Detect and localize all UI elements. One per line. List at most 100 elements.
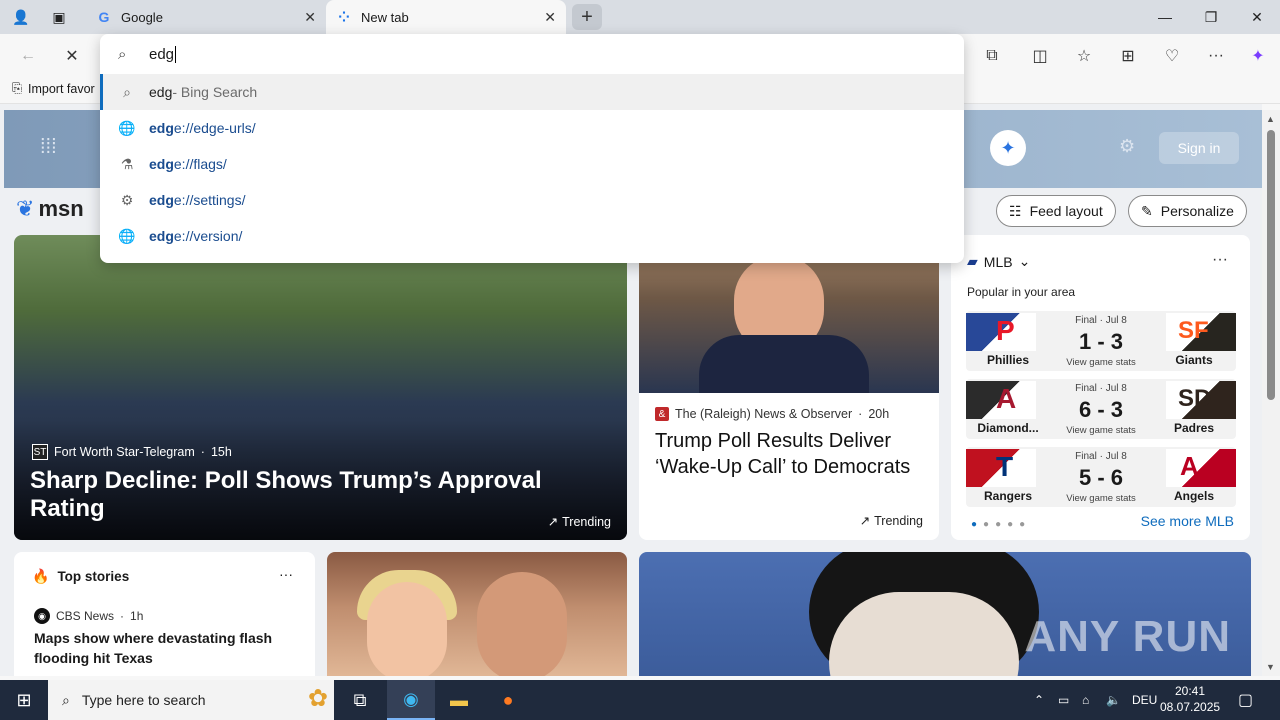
notifications-icon[interactable]: ▢ (1238, 680, 1253, 720)
see-more-mlb-link[interactable]: See more MLB (1141, 513, 1234, 529)
scroll-up-icon[interactable]: ▲ (1266, 114, 1275, 124)
chevron-down-icon: ⌄ (1018, 253, 1031, 269)
apps-icon[interactable]: ⁞⁞⁞ (40, 136, 57, 159)
gear-icon: ⚙ (120, 191, 134, 208)
view-game-stats-link[interactable]: View game stats (1051, 357, 1151, 368)
trending-label: Trending (562, 514, 611, 529)
address-bar-text: edg (149, 45, 175, 63)
clock[interactable]: 20:41 08.07.2025 (1160, 683, 1220, 715)
extensions-icon[interactable]: ⧉ (978, 42, 1006, 70)
task-view-icon[interactable]: ⧉ (336, 680, 384, 720)
separator: · (120, 609, 125, 623)
restore-button[interactable]: ❐ (1188, 0, 1234, 34)
team-logo-angels: A (1166, 449, 1236, 487)
scroll-down-icon[interactable]: ▼ (1266, 662, 1275, 672)
team-name: Angels (1173, 489, 1214, 503)
hero-headline[interactable]: Sharp Decline: Poll Shows Trump’s Approv… (30, 467, 620, 523)
file-explorer-icon[interactable]: ▬ (435, 680, 483, 720)
sign-in-button[interactable]: Sign in (1159, 132, 1239, 164)
back-icon[interactable]: ← (14, 42, 42, 70)
suggestion-edge-urls[interactable]: 🌐 edg e://edge-urls/ (100, 110, 964, 146)
import-icon: ⎘ (12, 81, 23, 95)
hero-news-card[interactable]: ST Fort Worth Star-Telegram · 15h Sharp … (14, 235, 627, 540)
clock-date: 08.07.2025 (1160, 700, 1221, 714)
source-logo-icon: ST (32, 444, 48, 460)
msn-logo[interactable]: ❦ msn (16, 196, 84, 222)
top-stories-title: Top stories (57, 569, 130, 584)
close-tab-icon[interactable]: ✕ (304, 9, 316, 26)
more-options-icon[interactable]: ··· (279, 566, 293, 582)
scroll-thumb[interactable] (1267, 130, 1275, 400)
profile-icon[interactable]: 👤 (6, 0, 36, 34)
watermark: ANY RUN (1024, 612, 1231, 661)
collections-icon[interactable]: ⊞ (1114, 42, 1142, 70)
suggestion-rest: e://settings/ (173, 192, 246, 208)
taskbar-search-box[interactable]: ⌕ Type here to search ✿ (48, 680, 334, 720)
close-tab-icon[interactable]: ✕ (544, 9, 556, 26)
team-logo-letter: SF (1178, 317, 1209, 344)
suggestion-bing-search[interactable]: ⌕ edg - Bing Search (100, 74, 964, 110)
split-screen-icon[interactable]: ◫ (1026, 42, 1054, 70)
tab-new-tab[interactable]: ⁘ New tab ✕ (326, 0, 566, 34)
news-photo-card[interactable] (327, 552, 627, 676)
top-stories-card: 🔥 Top stories ··· ◉ CBS News · 1h Maps s… (14, 552, 315, 676)
tab-title: New tab (361, 9, 409, 25)
team-logo-letter: A (1180, 451, 1199, 481)
tab-google[interactable]: G Google ✕ (86, 0, 326, 34)
minimize-button[interactable]: — (1142, 0, 1188, 34)
new-tab-button[interactable]: + (572, 4, 602, 30)
view-game-stats-link[interactable]: View game stats (1051, 493, 1151, 504)
browser-essentials-icon[interactable]: ♡ (1158, 42, 1186, 70)
top-stories-header[interactable]: 🔥 Top stories (32, 568, 129, 585)
language-indicator[interactable]: DEU (1132, 680, 1157, 720)
game-status: Final · Jul 8 (1075, 451, 1127, 462)
more-options-icon[interactable]: ··· (1202, 42, 1230, 70)
settings-icon[interactable]: ⚙ (1119, 136, 1135, 157)
separator: · (858, 407, 863, 421)
trending-icon: ↗ (547, 515, 559, 529)
photo-subject (367, 582, 447, 676)
suggestion-flags[interactable]: ⚗ edg e://flags/ (100, 146, 964, 182)
carousel-dots[interactable]: ●●●●● (971, 519, 1031, 530)
stop-loading-icon[interactable]: ✕ (58, 42, 86, 70)
suggestion-version[interactable]: 🌐 edg e://version/ (100, 218, 964, 254)
view-game-stats-link[interactable]: View game stats (1051, 425, 1151, 436)
team-name: Padres (1173, 421, 1215, 435)
photo-subject (477, 572, 567, 676)
firefox-icon[interactable]: ● (484, 680, 532, 720)
personalize-icon: ✎ (1141, 202, 1153, 219)
copilot-button[interactable]: ✦ (990, 130, 1026, 166)
copilot-icon[interactable]: ✦ (1244, 42, 1272, 70)
game-status: Final · Jul 8 (1075, 383, 1127, 394)
network-drive-icon[interactable]: ▭ (1058, 680, 1069, 720)
show-hidden-icons[interactable]: ⌃ (1034, 680, 1044, 720)
news-photo-card[interactable]: ANY RUN (639, 552, 1251, 676)
volume-icon[interactable]: 🔈 (1106, 680, 1121, 720)
news-headline[interactable]: Maps show where devastating flash floodi… (34, 628, 294, 668)
news-card[interactable]: & The (Raleigh) News & Observer · 20h Tr… (639, 235, 939, 540)
mlb-header[interactable]: ▰ MLB ⌄ (967, 253, 1030, 270)
start-button[interactable]: ⊞ (0, 680, 48, 720)
game-row[interactable]: T Rangers Final · Jul 8 5 - 6 View game … (966, 447, 1236, 507)
news-source: ◉ CBS News · 1h (34, 608, 143, 624)
page-scrollbar[interactable]: ▲ ▼ (1262, 110, 1280, 676)
game-row[interactable]: A Diamond... Final · Jul 8 6 - 3 View ga… (966, 379, 1236, 439)
game-row[interactable]: P Phillies Final · Jul 8 1 - 3 View game… (966, 311, 1236, 371)
msn-logo-text: msn (38, 196, 84, 221)
close-window-button[interactable]: ✕ (1234, 0, 1280, 34)
address-bar-input[interactable]: ⌕ edg (100, 34, 964, 74)
team-logo-letter: P (996, 315, 1015, 346)
favorites-icon[interactable]: ☆ (1070, 42, 1098, 70)
more-options-icon[interactable]: ··· (1212, 251, 1228, 269)
network-icon[interactable]: ⌂ (1082, 680, 1089, 720)
feed-layout-button[interactable]: ☷ Feed layout (996, 195, 1116, 227)
clock-time: 20:41 (1174, 684, 1206, 698)
import-favorites-button[interactable]: ⎘ Import favor (12, 81, 95, 96)
suggestion-settings[interactable]: ⚙ edg e://settings/ (100, 182, 964, 218)
suggestion-match: edg (149, 192, 174, 208)
personalize-button[interactable]: ✎ Personalize (1128, 195, 1247, 227)
suggestion-rest: e://version/ (173, 228, 243, 244)
edge-taskbar-icon[interactable]: ◉ (387, 680, 435, 720)
news-headline[interactable]: Trump Poll Results Deliver ‘Wake-Up Call… (655, 428, 925, 480)
tab-actions-icon[interactable]: ▣ (44, 0, 74, 34)
